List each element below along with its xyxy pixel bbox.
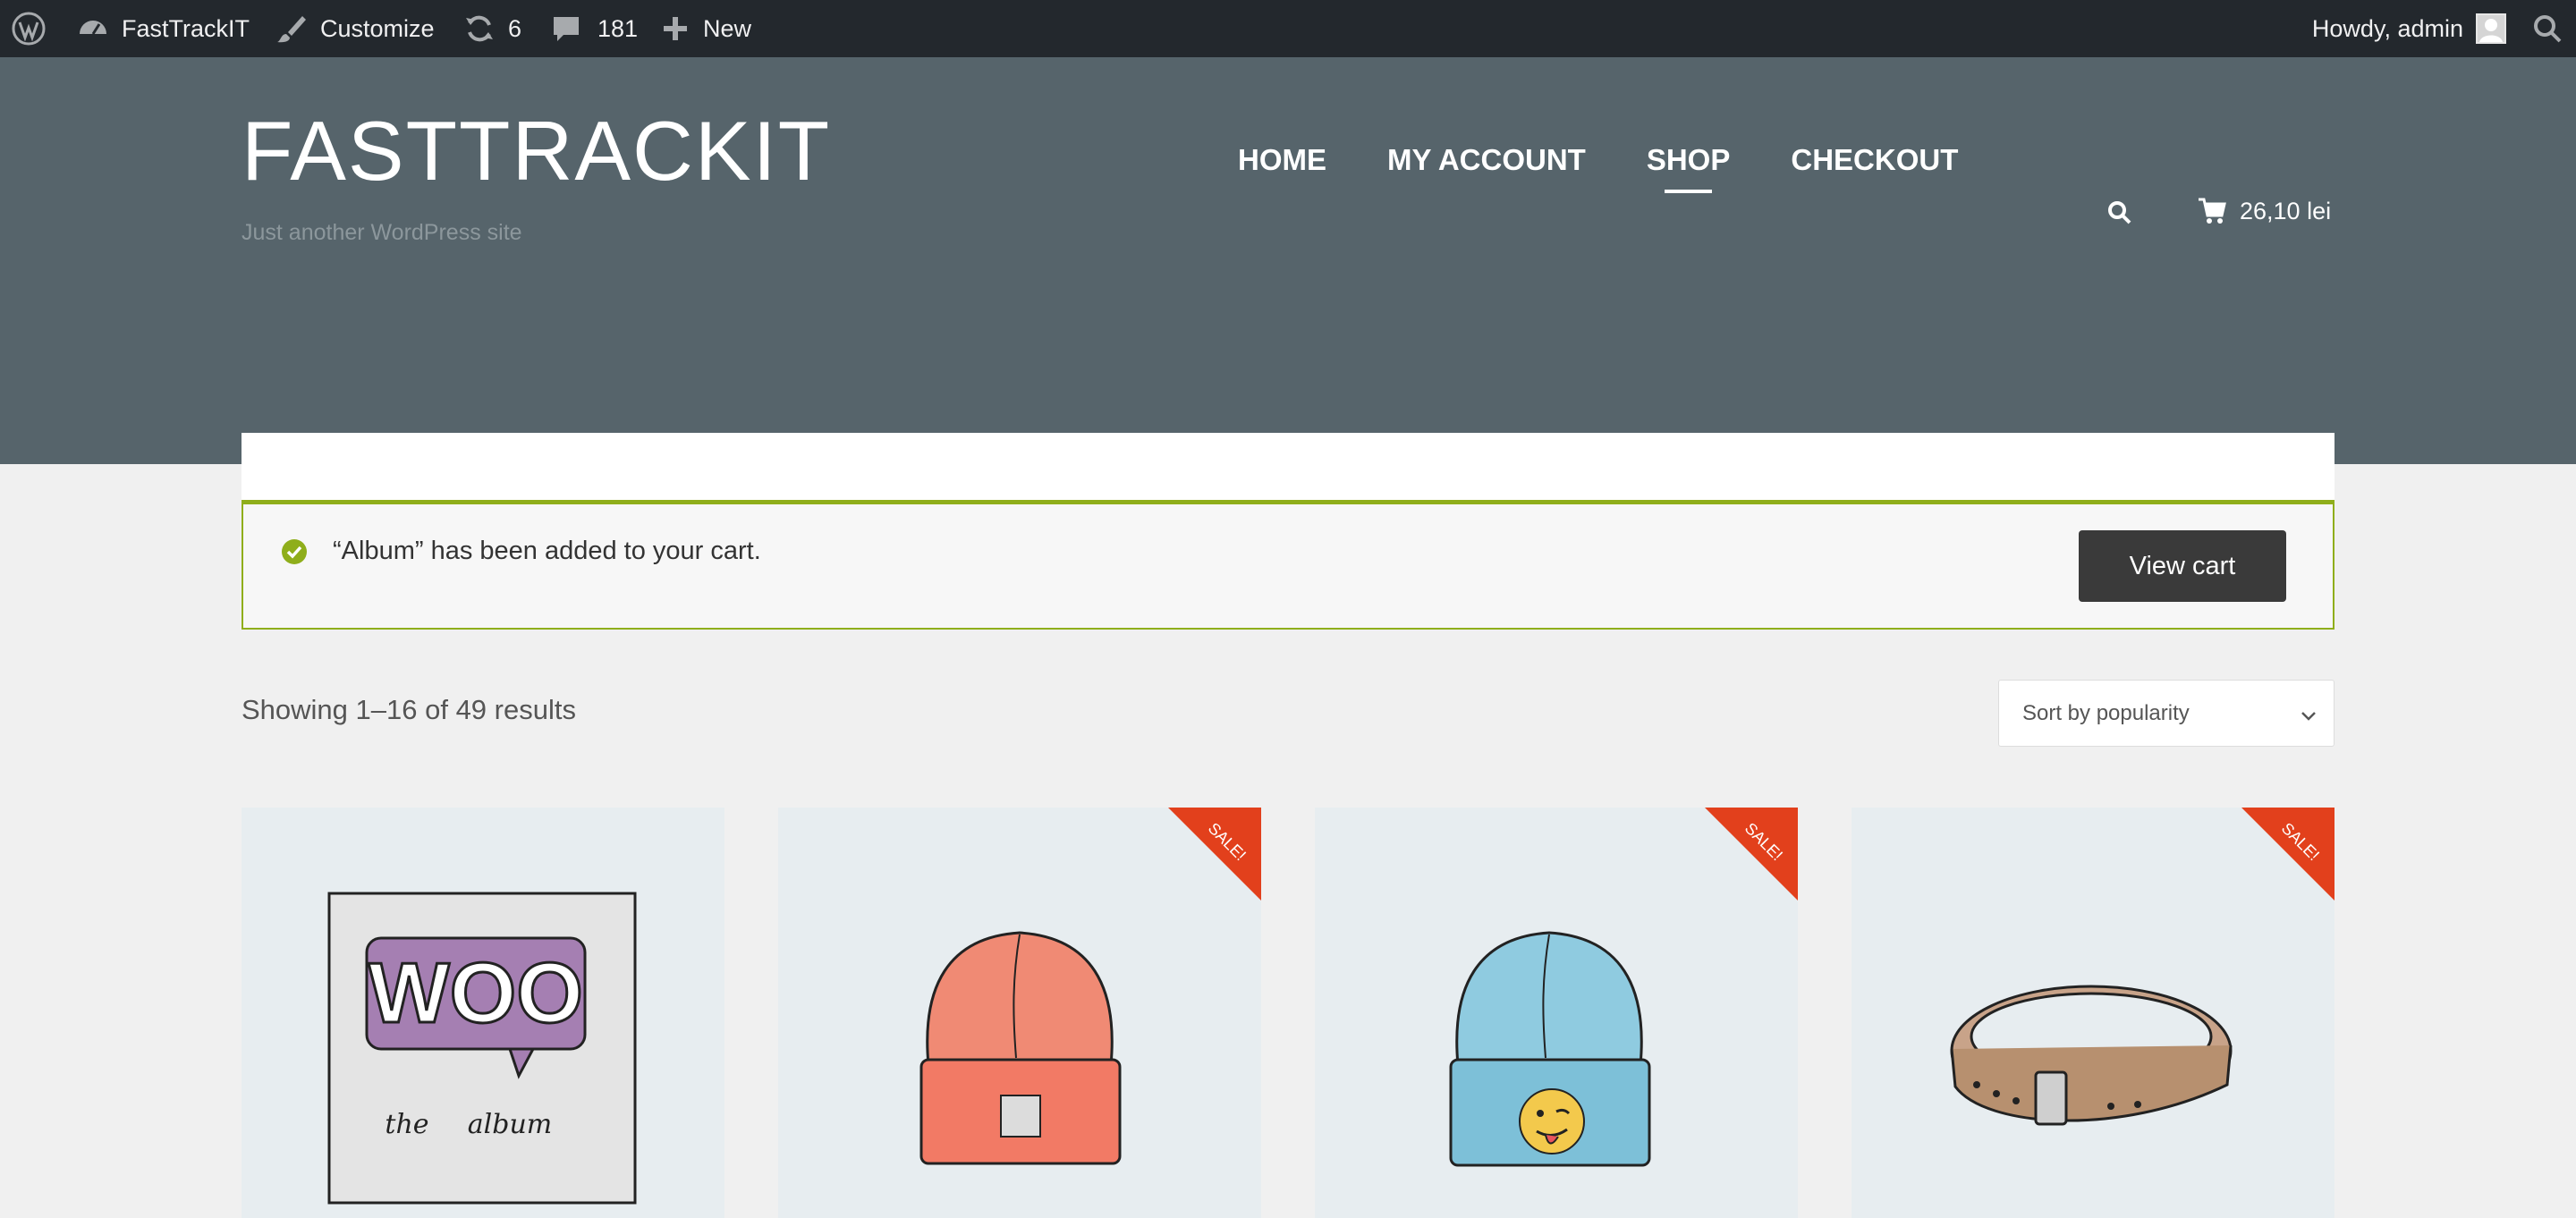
album-art-text-the: the <box>385 1109 428 1140</box>
paintbrush-icon <box>275 13 308 45</box>
product-image-leather-belt <box>1950 985 2233 1126</box>
product-image-woo-album: WOO the album <box>327 892 637 1205</box>
site-title[interactable]: FASTTRACKIT <box>242 109 831 193</box>
sort-select-value: Sort by popularity <box>2022 700 2190 725</box>
site-header: FASTTRACKIT Just another WordPress site … <box>0 57 2576 503</box>
admin-bar-account[interactable]: Howdy, admin <box>2312 0 2506 57</box>
nav-item-shop[interactable]: SHOP <box>1647 143 1730 193</box>
added-to-cart-notice: “Album” has been added to your cart. Vie… <box>242 500 2334 630</box>
page-title-bar <box>242 433 2334 503</box>
dashboard-icon <box>77 13 109 45</box>
header-cart[interactable]: 26,10 lei <box>2197 196 2331 226</box>
product-card-beanie[interactable]: SALE! <box>778 808 1261 1218</box>
nav-item-checkout[interactable]: CHECKOUT <box>1791 143 1958 177</box>
wordpress-logo-icon[interactable] <box>11 11 47 47</box>
product-image-blue-beanie <box>1449 931 1651 1167</box>
admin-bar-customize[interactable]: Customize <box>275 0 435 57</box>
check-circle-icon <box>281 538 308 565</box>
result-count: Showing 1–16 of 49 results <box>242 694 576 725</box>
view-cart-button[interactable]: View cart <box>2079 530 2286 602</box>
admin-bar-site-link[interactable]: FastTrackIT <box>77 0 250 57</box>
album-art-text-album: album <box>468 1109 552 1140</box>
product-card-album[interactable]: WOO the album <box>242 808 724 1218</box>
updates-icon <box>463 13 496 45</box>
avatar <box>2476 13 2506 44</box>
nav-item-home[interactable]: HOME <box>1238 143 1326 177</box>
admin-bar-search-icon[interactable] <box>2531 13 2563 45</box>
admin-bar-site-name: FastTrackIT <box>122 14 250 42</box>
product-card-belt[interactable]: SALE! <box>1852 808 2334 1218</box>
comment-icon <box>551 13 581 44</box>
header-search-icon[interactable] <box>2106 199 2134 227</box>
admin-bar-comments-count: 181 <box>597 14 639 42</box>
chevron-down-icon <box>2300 706 2318 723</box>
admin-bar-new-content[interactable]: New <box>662 0 751 57</box>
site-tagline: Just another WordPress site <box>242 220 522 245</box>
sort-select[interactable]: Sort by popularity <box>1998 680 2334 747</box>
admin-bar-customize-label: Customize <box>320 14 435 42</box>
nav-item-my-account[interactable]: MY ACCOUNT <box>1387 143 1586 177</box>
album-art-text-woo: WOO <box>369 945 583 1041</box>
admin-bar-updates-count: 6 <box>508 14 522 42</box>
product-image-orange-beanie <box>919 931 1122 1165</box>
primary-navigation: HOME MY ACCOUNT SHOP CHECKOUT <box>1238 143 2019 193</box>
notice-message: “Album” has been added to your cart. <box>333 537 761 565</box>
admin-bar-comments[interactable]: 181 <box>551 0 638 57</box>
admin-bar-howdy: Howdy, admin <box>2311 14 2463 42</box>
cart-icon <box>2197 196 2227 226</box>
cart-total: 26,10 lei <box>2240 197 2332 224</box>
plus-icon <box>662 15 689 42</box>
wp-admin-bar: FastTrackIT Customize 6 181 New Howdy, a… <box>0 0 2576 57</box>
product-card-beanie-with-logo[interactable]: SALE! <box>1315 808 1798 1218</box>
admin-bar-updates[interactable]: 6 <box>463 0 521 57</box>
admin-bar-new-label: New <box>703 14 752 42</box>
